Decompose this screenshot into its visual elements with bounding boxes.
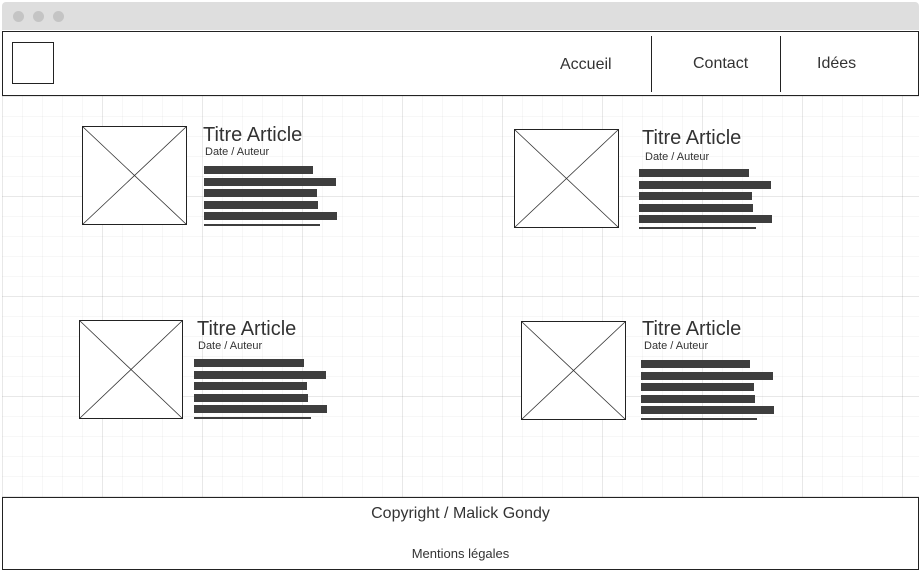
article-meta: Date / Auteur [644, 340, 709, 352]
image-placeholder-icon[interactable] [79, 320, 183, 419]
image-placeholder-icon[interactable] [514, 129, 619, 228]
image-placeholder-icon[interactable] [82, 126, 187, 225]
window-titlebar [2, 2, 919, 30]
article-meta: Date / Auteur [645, 151, 710, 163]
nav-idees[interactable]: Idées [817, 55, 856, 73]
nav-divider [651, 36, 652, 92]
window-close-dot[interactable] [13, 11, 24, 22]
article-excerpt [204, 166, 337, 229]
articles-grid: Titre Article Date / Auteur Titre Articl… [2, 96, 919, 497]
article-excerpt [641, 360, 774, 423]
article-title[interactable]: Titre Article [203, 124, 302, 147]
legal-notice-link[interactable]: Mentions légales [3, 546, 918, 561]
article-title[interactable]: Titre Article [642, 318, 741, 341]
site-header: Accueil Contact Idées [2, 31, 919, 96]
article-meta: Date / Auteur [205, 146, 270, 158]
article-title[interactable]: Titre Article [642, 127, 741, 150]
image-placeholder-icon[interactable] [521, 321, 626, 420]
window-minimize-dot[interactable] [33, 11, 44, 22]
nav-contact[interactable]: Contact [693, 55, 748, 73]
article-excerpt [194, 359, 327, 422]
article-title[interactable]: Titre Article [197, 318, 296, 341]
logo-placeholder[interactable] [12, 42, 54, 84]
site-footer: Copyright / Malick Gondy Mentions légale… [2, 497, 919, 570]
window-maximize-dot[interactable] [53, 11, 64, 22]
nav-accueil[interactable]: Accueil [560, 56, 612, 74]
nav-divider [780, 36, 781, 92]
article-meta: Date / Auteur [198, 340, 263, 352]
copyright-text: Copyright / Malick Gondy [371, 505, 550, 522]
article-excerpt [639, 169, 772, 232]
